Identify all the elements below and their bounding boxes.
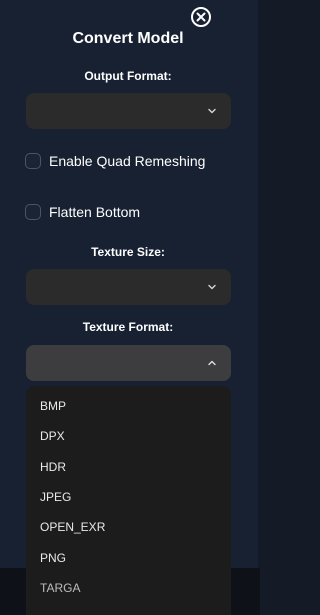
chevron-down-icon — [208, 284, 216, 290]
texture-size-select[interactable] — [26, 269, 231, 305]
texture-format-select[interactable] — [26, 345, 231, 381]
flatten-bottom-checkbox-row[interactable]: Flatten Bottom — [25, 202, 140, 222]
dropdown-option-targa[interactable]: TARGA — [40, 581, 80, 595]
output-format-select[interactable] — [26, 93, 231, 129]
enable-quad-remeshing-label: Enable Quad Remeshing — [49, 153, 206, 169]
dropdown-option-bmp[interactable]: BMP — [40, 399, 66, 413]
dialog-title: Convert Model — [72, 30, 184, 47]
enable-quad-remeshing-checkbox[interactable] — [25, 153, 41, 169]
dropdown-option-jpeg[interactable]: JPEG — [40, 490, 71, 504]
texture-size-label: Texture Size: — [91, 245, 165, 259]
dropdown-option-open-exr[interactable]: OPEN_EXR — [40, 520, 105, 534]
flatten-bottom-label: Flatten Bottom — [49, 204, 141, 220]
dropdown-option-dpx[interactable]: DPX — [40, 429, 65, 443]
output-format-label: Output Format: — [84, 69, 172, 83]
texture-format-label: Texture Format: — [82, 320, 174, 334]
flatten-bottom-checkbox[interactable] — [25, 204, 41, 220]
dropdown-option-hdr[interactable]: HDR — [40, 460, 66, 474]
chevron-up-icon — [208, 360, 216, 366]
texture-format-dropdown: BMP DPX HDR JPEG OPEN_EXR PNG TARGA — [26, 386, 231, 615]
close-icon[interactable] — [190, 6, 212, 28]
dropdown-option-png[interactable]: PNG — [40, 551, 66, 565]
enable-quad-remeshing-checkbox-row[interactable]: Enable Quad Remeshing — [25, 151, 205, 171]
chevron-down-icon — [208, 108, 216, 114]
